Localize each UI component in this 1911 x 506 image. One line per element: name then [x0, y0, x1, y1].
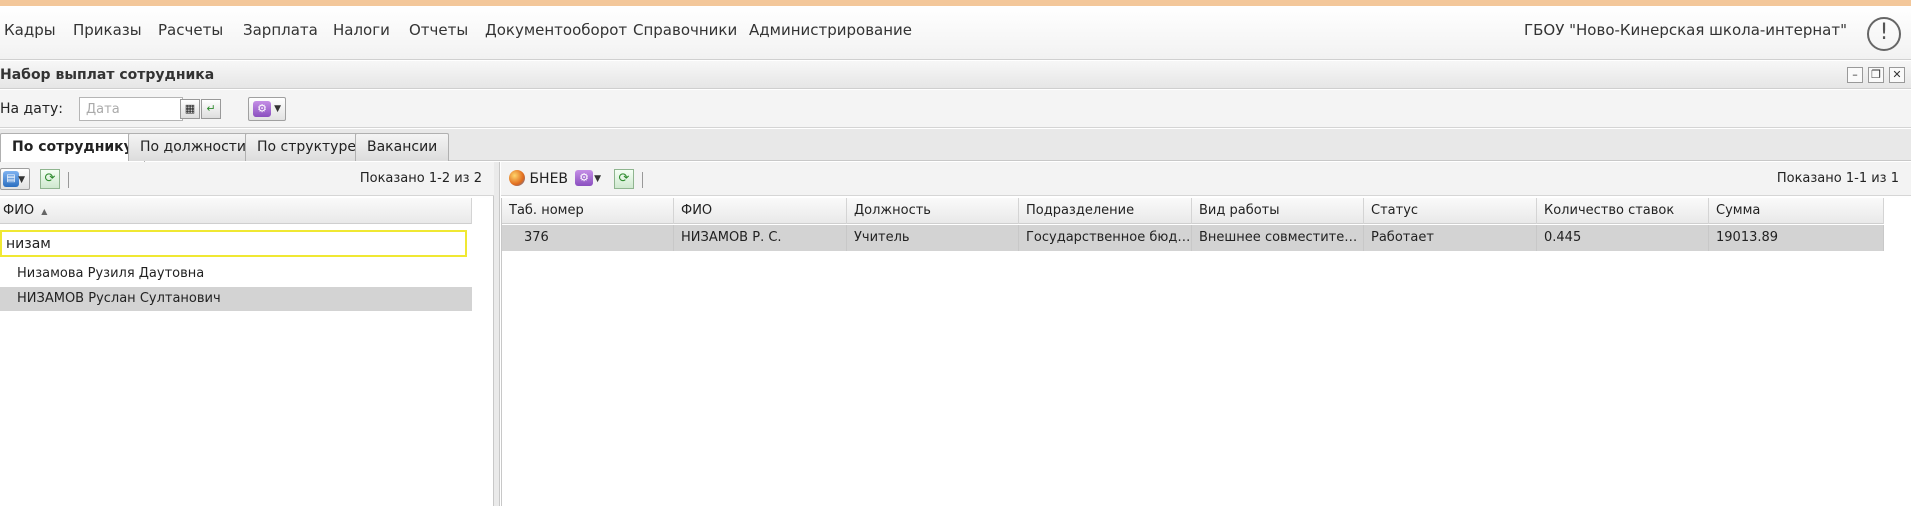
employee-list-pane: ▤ ▼ ⟳ Показано 1-2 из 2 ФИО ▲ Низамова Р…	[0, 162, 494, 506]
menu-item-spravochniki[interactable]: Справочники	[633, 21, 737, 39]
column-header-fio[interactable]: ФИО ▲	[0, 198, 472, 224]
organization-name: ГБОУ "Ново-Кинерская школа-интернат"	[1523, 21, 1847, 39]
bnev-icon	[509, 170, 525, 186]
column-header-tab-nomer[interactable]: Таб. номер	[502, 198, 674, 224]
cell-dolzhnost: Учитель	[847, 225, 1019, 251]
menu-item-zarplata[interactable]: Зарплата	[243, 21, 318, 39]
bnev-label: БНЕВ	[529, 171, 569, 187]
menu-item-nalogi[interactable]: Налоги	[333, 21, 390, 39]
payments-toolbar: БНЕВ ⚙ ▼ ⟳ Показано 1-1 из 1	[501, 162, 1911, 196]
payments-pane: БНЕВ ⚙ ▼ ⟳ Показано 1-1 из 1 Таб. номер …	[501, 162, 1911, 506]
settings-menu-button[interactable]: ⚙ ▼	[248, 97, 286, 121]
print-menu-button[interactable]: ▤ ▼	[0, 168, 30, 190]
tab-vakansii[interactable]: Вакансии	[355, 133, 450, 161]
tab-bar: По сотруднику По должности По структуре …	[0, 129, 1911, 162]
shown-count: Показано 1-1 из 1	[1776, 171, 1899, 186]
list-item-selected[interactable]: НИЗАМОВ Руслан Султанович	[0, 287, 472, 311]
menu-item-dokumentooborot[interactable]: Документооборот	[485, 21, 627, 39]
cell-vid-raboty: Внешнее совместитель...	[1192, 225, 1364, 251]
tab-po-dolzhnosti[interactable]: По должности	[128, 133, 259, 161]
print-icon: ▤	[3, 171, 19, 187]
tab-po-sotrudniku[interactable]: По сотруднику	[0, 133, 145, 162]
column-header-fio[interactable]: ФИО	[674, 198, 847, 224]
cell-tab-nomer: 376	[502, 225, 674, 251]
bnev-button[interactable]: БНЕВ	[509, 170, 568, 187]
employee-list-header: ФИО ▲	[0, 198, 472, 224]
close-button[interactable]: ✕	[1889, 67, 1905, 83]
tab-po-strukture[interactable]: По структуре	[245, 133, 368, 161]
column-header-kolichestvo-stavok[interactable]: Количество ставок	[1537, 198, 1709, 224]
minimize-button[interactable]: –	[1847, 67, 1863, 83]
date-label: На дату:	[0, 101, 63, 117]
column-header-summa[interactable]: Сумма	[1709, 198, 1884, 224]
gear-icon: ⚙	[575, 170, 593, 186]
date-input[interactable]	[79, 97, 183, 121]
employee-list-toolbar: ▤ ▼ ⟳ Показано 1-2 из 2	[0, 162, 494, 196]
menu-item-raschety[interactable]: Расчеты	[158, 21, 223, 39]
restore-button[interactable]: ❐	[1868, 67, 1884, 83]
list-item[interactable]: Низамова Рузиля Даутовна	[0, 262, 472, 286]
payments-grid-header: Таб. номер ФИО Должность Подразделение В…	[502, 198, 1884, 224]
column-header-vid-raboty[interactable]: Вид работы	[1192, 198, 1364, 224]
window-title-bar: Набор выплат сотрудника – ❐ ✕	[0, 61, 1911, 89]
sort-asc-icon: ▲	[41, 207, 48, 216]
apply-date-icon[interactable]: ↵	[201, 99, 221, 119]
gear-icon: ⚙	[253, 101, 271, 117]
alert-icon[interactable]: !	[1867, 17, 1901, 51]
menu-item-kadry[interactable]: Кадры	[4, 21, 56, 39]
menu-item-administrirovanie[interactable]: Администрирование	[749, 21, 912, 39]
menu-item-prikazy[interactable]: Приказы	[73, 21, 142, 39]
chevron-down-icon: ▼	[594, 174, 601, 184]
cell-fio: НИЗАМОВ Р. С.	[674, 225, 847, 251]
calendar-icon[interactable]: ▦	[180, 99, 200, 119]
cell-kolichestvo-stavok: 0.445	[1537, 225, 1709, 251]
toolbar-separator	[642, 172, 643, 188]
refresh-icon[interactable]: ⟳	[40, 169, 60, 189]
table-row[interactable]: 376 НИЗАМОВ Р. С. Учитель Государственно…	[502, 225, 1884, 251]
settings-menu-button[interactable]: ⚙ ▼	[573, 168, 605, 190]
date-filter-bar: На дату: ▦ ↵ ⚙ ▼	[0, 90, 1911, 128]
column-header-podrazdelenie[interactable]: Подразделение	[1019, 198, 1192, 224]
pane-splitter[interactable]	[494, 162, 500, 506]
chevron-down-icon: ▼	[18, 175, 25, 185]
cell-status: Работает	[1364, 225, 1537, 251]
cell-podrazdelenie: Государственное бюдж...	[1019, 225, 1192, 251]
main-menu-bar: Кадры Приказы Расчеты Зарплата Налоги От…	[0, 6, 1911, 60]
column-header-label: ФИО	[3, 203, 35, 218]
menu-item-otchety[interactable]: Отчеты	[409, 21, 468, 39]
chevron-down-icon: ▼	[274, 104, 281, 114]
shown-count: Показано 1-2 из 2	[359, 171, 482, 186]
fio-search-input[interactable]	[0, 230, 467, 257]
cell-summa: 19013.89	[1709, 225, 1884, 251]
window-title: Набор выплат сотрудника	[0, 67, 215, 83]
refresh-icon[interactable]: ⟳	[614, 169, 634, 189]
column-header-status[interactable]: Статус	[1364, 198, 1537, 224]
toolbar-separator	[68, 172, 69, 188]
column-header-dolzhnost[interactable]: Должность	[847, 198, 1019, 224]
